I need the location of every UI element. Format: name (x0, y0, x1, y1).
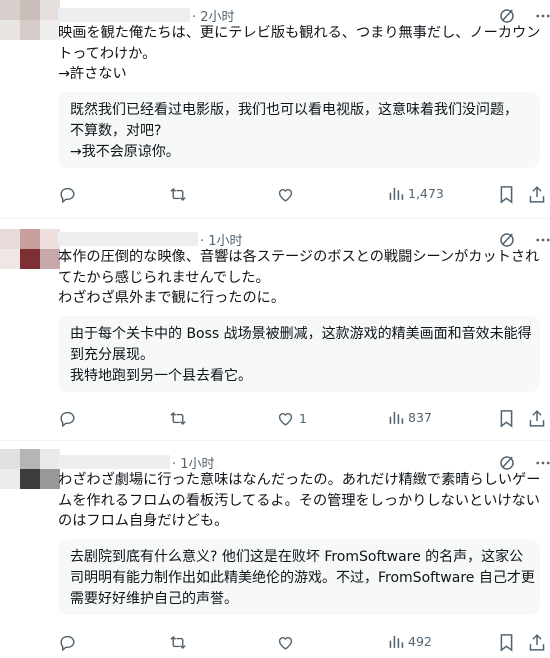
bookmark-icon (500, 634, 513, 652)
share-button[interactable] (528, 409, 546, 428)
heart-icon (278, 189, 293, 202)
like-button[interactable] (276, 185, 299, 204)
translation-line: 需要好好维护自己的声誉。 (70, 591, 238, 607)
post-text-line: てたから感じられませんでした。 (58, 269, 270, 286)
author-name[interactable] (58, 455, 170, 469)
share-icon (529, 634, 545, 651)
post-text-line: のはフロム自身だけども。 (58, 513, 229, 529)
author-name[interactable] (58, 8, 190, 22)
post-text: 本作の圧倒的な映像、音響は各ステージのボスとの戦闘シーンがカットされ てたから感… (58, 247, 540, 309)
action-bar: 1 837 (58, 409, 548, 433)
repost-icon (170, 411, 186, 426)
share-button[interactable] (528, 633, 546, 652)
translation-line: 我特地跑到另一个县去看它。 (70, 368, 252, 384)
translation-line: 由于每个关卡中的 Boss 战场景被删减，这款游戏的精美画面和音效未能得 (70, 326, 532, 342)
translation-box: 既然我们已经看过电影版，我们也可以看电视版，这意味着我们没问题， 不算数，对吧?… (58, 92, 540, 168)
translation-box: 由于每个关卡中的 Boss 战场景被删减，这款游戏的精美画面和音效未能得 到充分… (58, 316, 540, 392)
reply-icon (60, 411, 75, 428)
views-button[interactable]: 492 (388, 633, 432, 650)
reply-button[interactable] (58, 185, 77, 204)
view-count: 1,473 (408, 186, 444, 201)
translation-line: 去剧院到底有什么意义? 他们这是在败坏 FromSoftware 的名声，这家公 (70, 549, 524, 565)
post-text-line: 本作の圧倒的な映像、音響は各ステージのボスとの戦闘シーンがカットされ (58, 249, 540, 265)
reply-icon (60, 187, 75, 204)
post-2[interactable]: · 1小时 本作の圧倒的な映像、音響は各ステージのボスとの戦闘シーンがカットされ… (0, 219, 550, 440)
bookmark-button[interactable] (498, 409, 515, 428)
repost-icon (170, 187, 186, 202)
translation-line: 既然我们已经看过电影版，我们也可以看电视版，这意味着我们没问题， (70, 102, 518, 118)
repost-button[interactable] (168, 633, 188, 652)
post-text-line: 映画を観た俺たちは、更にテレビ版も観れる、つまり無事だし、ノーカウン (58, 25, 541, 41)
translation-line: 到充分展现。 (70, 347, 154, 363)
translation-line: →我不会原谅你。 (70, 144, 180, 160)
avatar[interactable] (0, 229, 60, 287)
views-button[interactable]: 837 (388, 409, 432, 426)
heart-icon (278, 413, 293, 426)
repost-button[interactable] (168, 409, 188, 428)
repost-button[interactable] (168, 185, 188, 204)
like-button[interactable]: 1 (276, 409, 307, 428)
views-bar-icon (389, 635, 404, 648)
views-bar-icon (389, 411, 404, 424)
translation-line: 不算数，对吧? (70, 123, 162, 139)
action-bar: 492 (58, 633, 548, 657)
post-1[interactable]: · 2小时 映画を観た俺たちは、更にテレビ版も観れる、つまり無事だし、ノーカウン… (0, 0, 550, 218)
share-icon (529, 186, 545, 203)
share-button[interactable] (528, 185, 546, 204)
post-text-line: わざわざ県外まで観に行ったのに。 (58, 290, 286, 306)
action-bar: 1,473 (58, 185, 548, 209)
avatar[interactable] (0, 0, 60, 58)
bookmark-icon (500, 410, 513, 428)
share-icon (529, 410, 545, 427)
heart-icon (278, 637, 293, 650)
bookmark-icon (500, 186, 513, 204)
view-count: 492 (408, 634, 432, 649)
like-button[interactable] (276, 633, 299, 652)
post-text-line: →許さない (58, 66, 127, 82)
translation-box: 去剧院到底有什么意义? 他们这是在败坏 FromSoftware 的名声，这家公… (58, 539, 540, 615)
post-text: わざわざ劇場に行った意味はなんだったの。あれだけ精緻で素晴らしいゲー ムを作れる… (58, 470, 540, 532)
views-bar-icon (389, 187, 404, 200)
post-text-line: ムを作れるフロムの看板汚してるよ。その管理をしっかりしないといけない (58, 492, 540, 509)
reply-button[interactable] (58, 409, 77, 428)
post-text-line: わざわざ劇場に行った意味はなんだったの。あれだけ精緻で素晴らしいゲー (58, 472, 541, 488)
post-3[interactable]: · 1小时 わざわざ劇場に行った意味はなんだったの。あれだけ精緻で素晴らしいゲー… (0, 441, 550, 658)
views-button[interactable]: 1,473 (388, 185, 444, 202)
like-count: 1 (299, 411, 307, 426)
view-count: 837 (408, 410, 432, 425)
bookmark-button[interactable] (498, 185, 515, 204)
post-text: 映画を観た俺たちは、更にテレビ版も観れる、つまり無事だし、ノーカウン トってわけ… (58, 23, 540, 85)
post-text-line: トってわけか。 (58, 45, 157, 62)
translation-line: 司明明有能力制作出如此精美绝伦的游戏。不过，FromSoftware 自己才更 (70, 570, 535, 586)
bookmark-button[interactable] (498, 633, 515, 652)
reply-button[interactable] (58, 633, 77, 652)
reply-icon (60, 635, 75, 652)
author-name[interactable] (58, 232, 198, 246)
avatar[interactable] (0, 449, 60, 507)
repost-icon (170, 635, 186, 650)
